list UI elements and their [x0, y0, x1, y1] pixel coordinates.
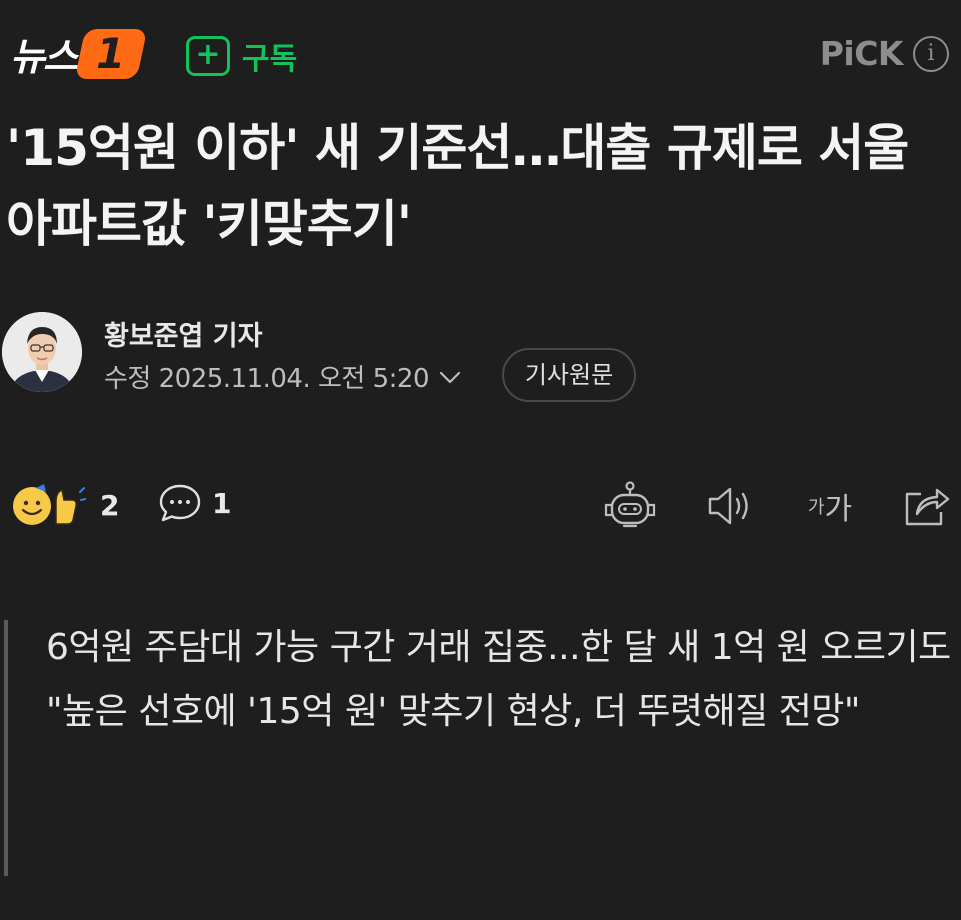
news1-logo[interactable]: 뉴스 1 — [10, 26, 148, 81]
reporter-avatar[interactable] — [2, 312, 82, 392]
reaction-button[interactable]: 2 — [10, 480, 119, 530]
share-button[interactable] — [896, 476, 956, 536]
original-article-button[interactable]: 기사원문 — [502, 348, 636, 402]
top-bar: 뉴스 1 + 구독 PiCK i — [0, 22, 961, 82]
summary-line: 6억원 주담대 가능 구간 거래 집중...한 달 새 1억 원 오르기도 — [46, 627, 951, 668]
listen-button[interactable] — [700, 476, 760, 536]
robot-icon — [604, 481, 656, 528]
article-meta: 수정 2025.11.04. 오전 5:20 — [104, 358, 463, 395]
font-size-large-label: 가 — [824, 492, 853, 527]
summary-bot-button[interactable] — [600, 476, 660, 536]
comment-button[interactable]: 1 — [158, 482, 231, 524]
subscribe-button[interactable]: + 구독 — [186, 34, 297, 78]
chevron-down-icon[interactable] — [437, 367, 463, 387]
reporter-name[interactable]: 황보준엽 기자 — [104, 314, 262, 353]
article-headline: '15억원 이하' 새 기준선…대출 규제로 서울 아파트값 '키맞추기' — [6, 119, 909, 253]
reporter-photo-icon — [2, 312, 82, 392]
brand-badge-number: 1 — [96, 28, 126, 78]
comment-count: 1 — [212, 486, 232, 520]
font-size-button[interactable]: 가가 — [800, 476, 860, 536]
comment-icon — [159, 484, 201, 522]
subscribe-label: 구독 — [242, 42, 298, 77]
plus-icon: + — [186, 36, 230, 76]
share-icon — [905, 488, 950, 526]
font-size-small-label: 가 — [807, 497, 825, 518]
summary-line: "높은 선호에 '15억 원' 맞추기 현상, 더 뚜렷해질 전망" — [46, 691, 861, 732]
smile-thumbsup-icon — [13, 484, 86, 525]
article-page: 뉴스 1 + 구독 PiCK i '15억원 이하' 새 기준선…대출 규제로 … — [0, 0, 961, 920]
brand-badge: 1 — [74, 28, 148, 79]
speaker-icon — [708, 487, 748, 525]
pick-label: PiCK — [819, 34, 904, 73]
brand-text: 뉴스 — [10, 35, 78, 79]
pick-badge[interactable]: PiCK i — [820, 34, 949, 73]
reaction-count: 2 — [100, 488, 120, 522]
info-icon[interactable]: i — [913, 35, 949, 72]
article-summary: 6억원 주담대 가능 구간 거래 집중...한 달 새 1억 원 오르기도 "높… — [4, 620, 954, 876]
article-date: 수정 2025.11.04. 오전 5:20 — [104, 364, 430, 394]
